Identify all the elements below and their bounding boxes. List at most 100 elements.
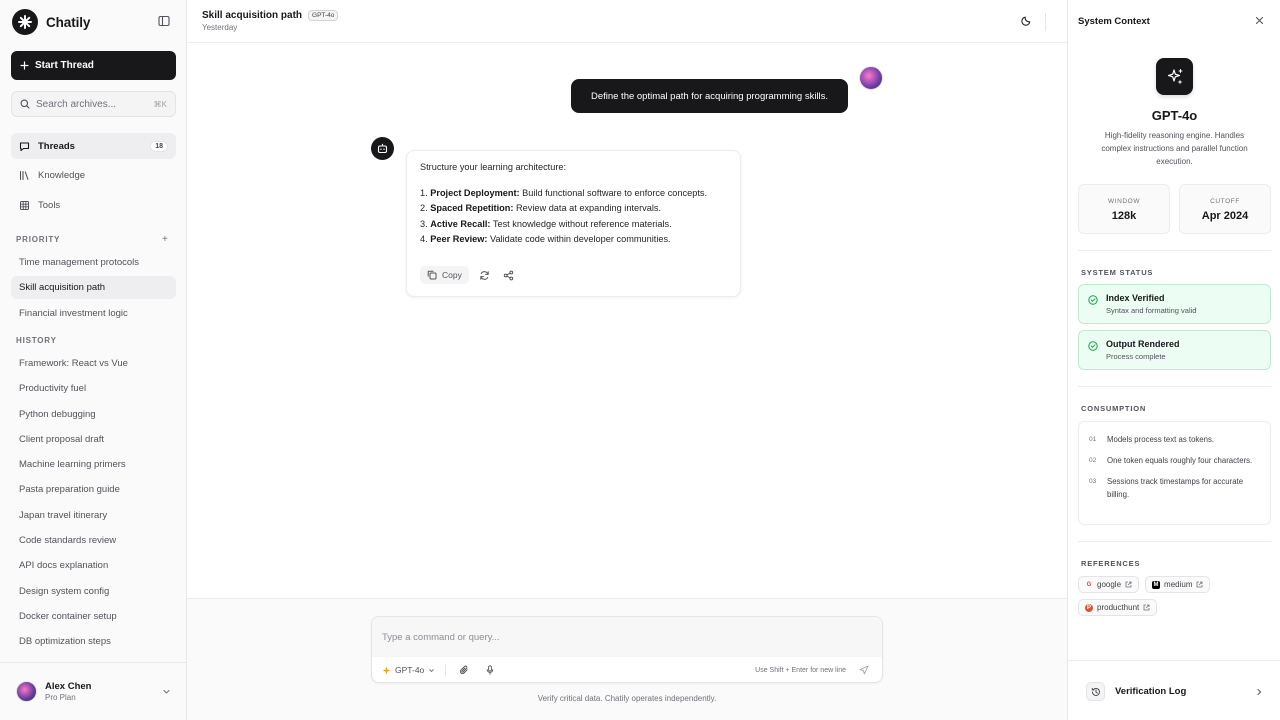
history-item[interactable]: Client proposal draft — [11, 428, 176, 451]
copy-icon — [427, 270, 437, 280]
reference-producthunt[interactable]: P producthunt — [1078, 599, 1158, 616]
system-status-title: SYSTEM STATUS — [1081, 268, 1154, 277]
verification-log-button[interactable]: Verification Log — [1078, 674, 1271, 709]
history-item[interactable]: Japan travel itinerary — [11, 504, 176, 527]
status-subtitle: Process complete — [1106, 352, 1166, 361]
disclaimer: Verify critical data. Chatily operates i… — [537, 694, 717, 703]
stat-window: WINDOW 128k — [1078, 184, 1170, 234]
history-item[interactable]: Code standards review — [11, 529, 176, 552]
divider — [1078, 541, 1271, 542]
references-list: G google M medium P producthunt — [1078, 576, 1271, 616]
brand[interactable]: Chatily — [12, 9, 90, 35]
copy-button[interactable]: Copy — [420, 266, 469, 284]
microphone-icon[interactable] — [482, 662, 498, 678]
priority-list: Time management protocols Skill acquisit… — [11, 251, 176, 327]
divider — [1078, 386, 1271, 387]
send-icon[interactable] — [856, 662, 872, 678]
plus-icon — [20, 61, 29, 70]
nav-threads[interactable]: Threads 18 — [11, 133, 176, 159]
sparkles-icon — [1156, 58, 1193, 95]
search-archives[interactable]: Search archives... ⌘K — [11, 91, 176, 117]
nav-threads-label: Threads — [38, 140, 75, 152]
check-circle-icon — [1088, 295, 1098, 305]
grid-icon — [19, 200, 30, 211]
stat-cutoff: CUTOFF Apr 2024 — [1179, 184, 1271, 234]
history-item[interactable]: Productivity fuel — [11, 377, 176, 400]
status-title: Index Verified — [1106, 293, 1165, 303]
history-item[interactable]: Machine learning primers — [11, 453, 176, 476]
nav-tools-label: Tools — [38, 199, 61, 211]
assistant-list-item: 3. Active Recall: Test knowledge without… — [420, 217, 727, 232]
external-link-icon — [1196, 581, 1203, 588]
priority-item[interactable]: Financial investment logic — [11, 302, 176, 325]
medium-icon: M — [1152, 580, 1161, 589]
history-section-title: HISTORY — [16, 336, 57, 345]
model-selector-label: GPT-4o — [395, 665, 425, 675]
thread-timestamp: Yesterday — [202, 23, 238, 32]
history-item[interactable]: Pasta preparation guide — [11, 478, 176, 501]
reference-medium[interactable]: M medium — [1145, 576, 1211, 593]
close-icon[interactable] — [1255, 16, 1264, 25]
model-selector[interactable]: GPT-4o — [382, 665, 435, 675]
sparkle-icon — [382, 666, 391, 675]
history-item[interactable]: Docker container setup — [11, 605, 176, 628]
user-message: Define the optimal path for acquiring pr… — [571, 79, 848, 113]
user-profile[interactable]: Alex Chen Pro Plan — [0, 662, 187, 720]
references-title: REFERENCES — [1081, 559, 1141, 568]
item-text: Review data at expanding intervals. — [516, 203, 662, 214]
moon-icon[interactable] — [1021, 15, 1032, 26]
external-link-icon — [1143, 604, 1150, 611]
stat-value: Apr 2024 — [1201, 210, 1249, 222]
consumption-number: 03 — [1089, 478, 1097, 485]
user-name: Alex Chen — [45, 681, 92, 692]
check-circle-icon — [1088, 341, 1098, 351]
chevron-down-icon[interactable] — [162, 687, 171, 696]
stat-value: 128k — [1111, 210, 1137, 222]
reference-label: producthunt — [1097, 603, 1140, 612]
item-number: 2. — [420, 203, 428, 214]
divider — [1078, 250, 1271, 251]
search-input[interactable]: Search archives... — [36, 99, 148, 110]
history-item[interactable]: DB optimization steps — [11, 630, 176, 653]
chat-area: Define the optimal path for acquiring pr… — [187, 43, 1067, 598]
external-link-icon — [1125, 581, 1132, 588]
topbar: Skill acquisition path GPT-4o Yesterday — [187, 0, 1067, 43]
library-icon — [19, 170, 30, 181]
history-item[interactable]: Design system config — [11, 580, 176, 603]
priority-item-active[interactable]: Skill acquisition path — [11, 276, 176, 300]
status-title: Output Rendered — [1106, 339, 1180, 349]
add-priority-icon[interactable]: + — [162, 234, 168, 245]
main-content: Skill acquisition path GPT-4o Yesterday … — [187, 0, 1067, 720]
priority-item[interactable]: Time management protocols — [11, 251, 176, 274]
verification-section: Verification Log — [1068, 660, 1280, 720]
share-icon[interactable] — [501, 267, 517, 283]
stat-label: WINDOW — [1107, 198, 1141, 205]
composer: GPT-4o Use Shift + Enter for new line — [371, 616, 883, 683]
chat-icon — [19, 141, 30, 152]
start-thread-button[interactable]: Start Thread — [11, 51, 176, 80]
chatily-logo-icon — [12, 9, 38, 35]
assistant-list-item: 4. Peer Review: Validate code within dev… — [420, 232, 727, 247]
message-input[interactable] — [372, 617, 882, 657]
history-item[interactable]: API docs explanation — [11, 554, 176, 577]
history-item[interactable]: Python debugging — [11, 403, 176, 426]
history-list: Framework: React vs Vue Productivity fue… — [11, 352, 176, 656]
message-actions: Copy — [420, 266, 517, 284]
regenerate-icon[interactable] — [477, 267, 493, 283]
nav-knowledge[interactable]: Knowledge — [11, 163, 176, 189]
nav-tools[interactable]: Tools — [11, 192, 176, 218]
model-description: High-fidelity reasoning engine. Handles … — [1101, 131, 1248, 166]
history-item[interactable]: Framework: React vs Vue — [11, 352, 176, 375]
item-number: 1. — [420, 188, 428, 198]
item-title: Spaced Repetition: — [430, 203, 514, 214]
stat-label: CUTOFF — [1210, 198, 1240, 205]
bot-icon — [371, 137, 394, 160]
main-nav: Threads 18 Knowledge Tools — [11, 133, 176, 222]
sidebar-toggle-icon[interactable] — [158, 15, 172, 29]
consumption-text: Models process text as tokens. — [1107, 435, 1215, 444]
google-icon: G — [1086, 581, 1092, 588]
reference-google[interactable]: G google — [1078, 576, 1140, 593]
nav-knowledge-label: Knowledge — [38, 170, 86, 181]
paperclip-icon[interactable] — [456, 662, 472, 678]
consumption-number: 02 — [1089, 457, 1097, 464]
